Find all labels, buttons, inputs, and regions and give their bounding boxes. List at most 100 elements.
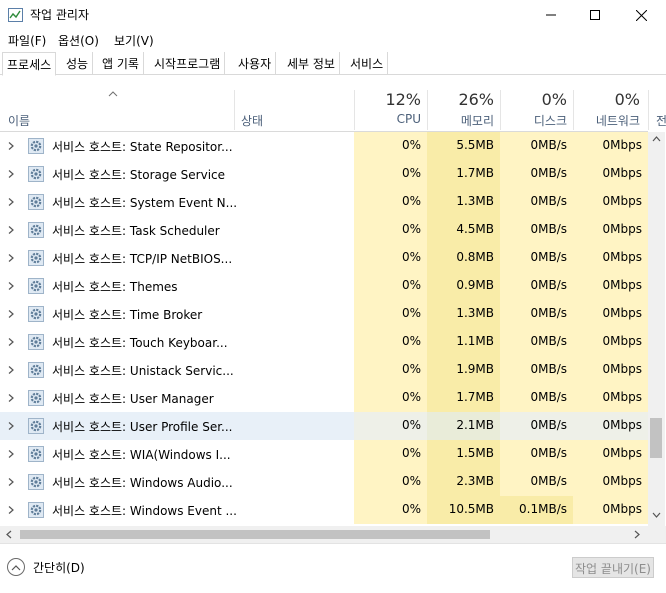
- memory-total-percent[interactable]: 26%: [427, 90, 494, 109]
- table-row[interactable]: 서비스 호스트: User Profile Ser... 0% 2.1MB 0MB/s…: [0, 412, 648, 440]
- tab-bar: 프로세스 성능 앱 기록 시작프로그램 사용자 세부 정보 서비스: [0, 52, 666, 76]
- memory-cell: 2.1MB: [427, 412, 500, 440]
- column-header-memory[interactable]: 메모리: [427, 112, 494, 129]
- disk-total-percent[interactable]: 0%: [500, 90, 567, 109]
- column-divider[interactable]: [234, 90, 235, 130]
- status-cell: [234, 496, 354, 524]
- table-row[interactable]: 서비스 호스트: Themes 0% 0.9MB 0MB/s 0Mbps: [0, 272, 648, 300]
- chevron-right-icon[interactable]: [7, 478, 15, 486]
- chevron-right-icon[interactable]: [7, 310, 15, 318]
- network-total-percent[interactable]: 0%: [573, 90, 640, 109]
- chevron-right-icon[interactable]: [7, 170, 15, 178]
- table-row[interactable]: 서비스 호스트: User Manager 0% 1.7MB 0MB/s 0Mbps: [0, 384, 648, 412]
- menu-view[interactable]: 보기(V): [114, 32, 154, 49]
- chevron-right-icon[interactable]: [7, 198, 15, 206]
- cpu-cell: 0%: [354, 160, 427, 188]
- scroll-down-icon[interactable]: [652, 512, 661, 518]
- memory-cell: 10.5MB: [427, 496, 500, 524]
- table-row[interactable]: 서비스 호스트: TCP/IP NetBIOS... 0% 0.8MB 0MB/s 0M…: [0, 244, 648, 272]
- network-cell: 0Mbps: [573, 356, 648, 384]
- column-header-network[interactable]: 네트워크: [573, 112, 640, 129]
- vertical-scroll-thumb[interactable]: [650, 418, 662, 458]
- close-button[interactable]: [618, 0, 664, 30]
- horizontal-scrollbar[interactable]: [0, 526, 648, 543]
- gear-icon: [28, 306, 44, 322]
- chevron-right-icon[interactable]: [7, 366, 15, 374]
- menu-options[interactable]: 옵션(O): [58, 32, 99, 49]
- disk-cell: 0MB/s: [500, 132, 573, 160]
- table-row[interactable]: 서비스 호스트: Storage Service 0% 1.7MB 0MB/s 0Mbp…: [0, 160, 648, 188]
- minimize-icon: [546, 14, 556, 16]
- column-header-name[interactable]: 이름: [8, 112, 30, 129]
- table-row[interactable]: 서비스 호스트: State Repositor... 0% 5.5MB 0MB/s 0…: [0, 132, 648, 160]
- chevron-right-icon[interactable]: [7, 282, 15, 290]
- tab-services[interactable]: 서비스: [346, 52, 389, 75]
- network-cell: 0Mbps: [573, 412, 648, 440]
- cpu-total-percent[interactable]: 12%: [354, 90, 421, 109]
- memory-cell: 0.8MB: [427, 244, 500, 272]
- status-cell: [234, 384, 354, 412]
- disk-cell: 0MB/s: [500, 356, 573, 384]
- chevron-right-icon[interactable]: [7, 226, 15, 234]
- column-header-cpu[interactable]: CPU: [354, 112, 421, 126]
- chevron-right-icon[interactable]: [7, 506, 15, 514]
- sort-ascending-icon[interactable]: [108, 90, 118, 97]
- end-task-button[interactable]: 작업 끝내기(E): [572, 557, 654, 578]
- table-row[interactable]: 서비스 호스트: WIA(Windows I... 0% 1.5MB 0MB/s 0Mb…: [0, 440, 648, 468]
- column-divider[interactable]: [648, 90, 649, 130]
- table-row[interactable]: 서비스 호스트: Windows Audio... 0% 2.3MB 0MB/s 0Mb…: [0, 468, 648, 496]
- chevron-right-icon[interactable]: [7, 394, 15, 402]
- vertical-scrollbar[interactable]: [648, 132, 665, 526]
- table-row[interactable]: 서비스 호스트: Touch Keyboar... 0% 1.1MB 0MB/s 0Mb…: [0, 328, 648, 356]
- memory-cell: 2.3MB: [427, 468, 500, 496]
- minimize-button[interactable]: [528, 0, 574, 30]
- scroll-up-icon[interactable]: [652, 136, 661, 142]
- gear-icon: [28, 334, 44, 350]
- column-header-power[interactable]: 전: [656, 112, 666, 129]
- gear-icon: [28, 138, 44, 154]
- table-row[interactable]: 서비스 호스트: Time Broker 0% 1.3MB 0MB/s 0Mbps: [0, 300, 648, 328]
- fewer-details-button[interactable]: 간단히(D): [7, 558, 85, 576]
- chevron-right-icon[interactable]: [7, 142, 15, 150]
- disk-cell: 0MB/s: [500, 272, 573, 300]
- memory-cell: 1.7MB: [427, 160, 500, 188]
- cpu-cell: 0%: [354, 468, 427, 496]
- tab-app-history[interactable]: 앱 기록: [98, 52, 144, 75]
- maximize-button[interactable]: [572, 0, 618, 30]
- table-row[interactable]: 서비스 호스트: System Event N... 0% 1.3MB 0MB/s 0M…: [0, 188, 648, 216]
- table-row[interactable]: 서비스 호스트: Unistack Servic... 0% 1.9MB 0MB/s 0…: [0, 356, 648, 384]
- gear-icon: [28, 474, 44, 490]
- process-name: 서비스 호스트: WIA(Windows I...: [52, 448, 231, 462]
- process-name: 서비스 호스트: Unistack Servic...: [52, 364, 234, 378]
- table-row[interactable]: 서비스 호스트: Windows Event ... 0% 10.5MB 0.1MB/…: [0, 496, 648, 524]
- scroll-left-icon[interactable]: [6, 530, 12, 539]
- chevron-right-icon[interactable]: [7, 422, 15, 430]
- footer: 간단히(D) 작업 끝내기(E): [0, 543, 666, 593]
- memory-cell: 1.3MB: [427, 188, 500, 216]
- horizontal-scroll-thumb[interactable]: [20, 530, 490, 539]
- collapse-icon: [7, 558, 25, 576]
- chevron-right-icon[interactable]: [7, 338, 15, 346]
- tab-performance[interactable]: 성능: [62, 52, 94, 75]
- column-header-status[interactable]: 상태: [241, 112, 263, 129]
- tab-users[interactable]: 사용자: [234, 52, 277, 75]
- cpu-cell: 0%: [354, 272, 427, 300]
- column-header-disk[interactable]: 디스크: [500, 112, 567, 129]
- chevron-right-icon[interactable]: [7, 254, 15, 262]
- cpu-cell: 0%: [354, 244, 427, 272]
- tab-details[interactable]: 세부 정보: [283, 52, 340, 75]
- status-cell: [234, 300, 354, 328]
- network-cell: 0Mbps: [573, 272, 648, 300]
- process-name: 서비스 호스트: Touch Keyboar...: [52, 336, 228, 350]
- scroll-right-icon[interactable]: [634, 530, 640, 539]
- tab-processes[interactable]: 프로세스: [2, 52, 57, 76]
- network-cell: 0Mbps: [573, 328, 648, 356]
- menu-file[interactable]: 파일(F): [8, 32, 46, 49]
- network-cell: 0Mbps: [573, 244, 648, 272]
- cpu-cell: 0%: [354, 216, 427, 244]
- tab-startup[interactable]: 시작프로그램: [150, 52, 226, 75]
- table-row[interactable]: 서비스 호스트: Task Scheduler 0% 4.5MB 0MB/s 0Mbps: [0, 216, 648, 244]
- memory-cell: 1.1MB: [427, 328, 500, 356]
- chevron-right-icon[interactable]: [7, 450, 15, 458]
- process-name: 서비스 호스트: Time Broker: [52, 308, 203, 322]
